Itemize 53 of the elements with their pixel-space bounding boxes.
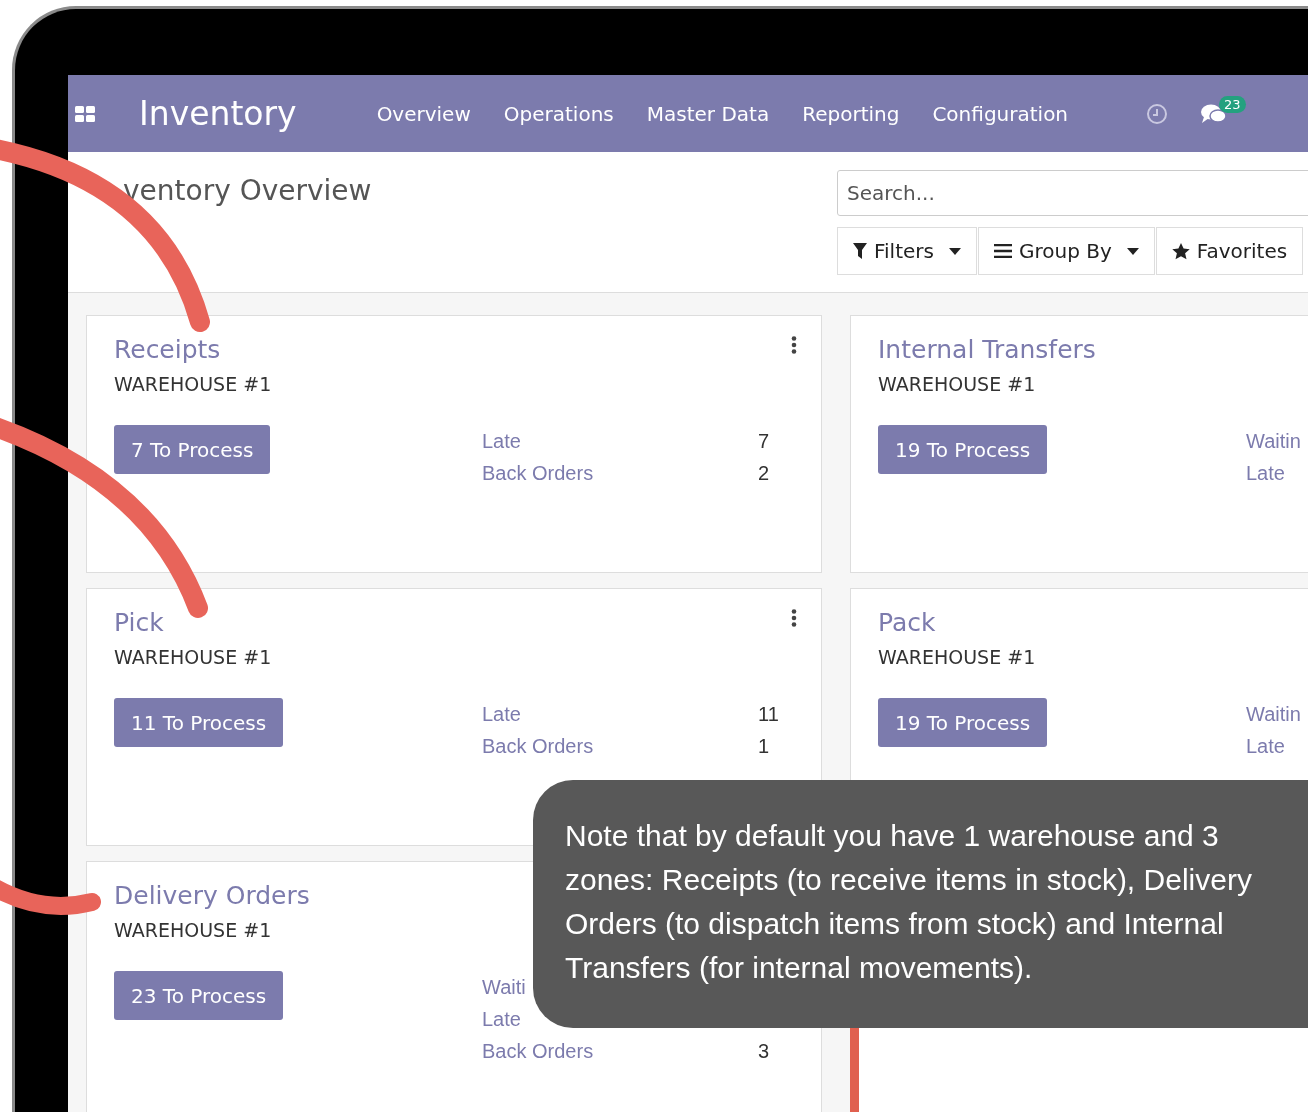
card-title[interactable]: Pack	[878, 606, 936, 640]
warehouse-label: WAREHOUSE #1	[878, 372, 1036, 397]
filter-button[interactable]: Filters	[837, 227, 977, 275]
stat-link[interactable]: Late	[1246, 734, 1285, 758]
menu-item[interactable]: Reporting	[802, 101, 900, 126]
apps-grid-icon[interactable]	[75, 105, 95, 122]
stat-count: 1	[758, 734, 770, 758]
star-icon	[1171, 242, 1190, 260]
app-name[interactable]: Inventory	[139, 94, 297, 133]
caret-icon	[948, 247, 961, 255]
favorite-button[interactable]: Favorites	[1155, 227, 1304, 275]
to-process-button[interactable]: 23 To Process	[114, 971, 284, 1020]
card-title[interactable]: Pick	[114, 606, 164, 640]
stat-link[interactable]: Back Orders	[482, 734, 594, 758]
stat-count: 11	[758, 702, 779, 726]
kebab-menu-icon[interactable]	[791, 336, 797, 354]
group-button[interactable]: Group By	[977, 227, 1155, 275]
stat-link[interactable]: Late	[482, 1007, 521, 1031]
funnel-icon	[853, 243, 867, 259]
card-title[interactable]: Internal Transfers	[878, 333, 1096, 367]
clock-icon[interactable]	[1146, 102, 1169, 125]
list-icon	[993, 244, 1012, 258]
to-process-button[interactable]: 19 To Process	[878, 425, 1048, 474]
stat-link[interactable]: Late	[482, 429, 521, 453]
menu-item[interactable]: Configuration	[932, 101, 1069, 126]
stat-count: 3	[758, 1039, 770, 1063]
caret-icon	[1126, 247, 1139, 255]
warehouse-label: WAREHOUSE #1	[114, 645, 272, 670]
to-process-button[interactable]: 11 To Process	[114, 698, 284, 747]
to-process-button[interactable]: 7 To Process	[114, 425, 271, 474]
stat-count: 2	[758, 461, 770, 485]
menu-item[interactable]: Overview	[376, 101, 471, 126]
tooltip-text: Note that by default you have 1 warehouse and 3 zones: Receipts (to receive items in stock), Delivery Orders (to dispatch items from stock) and Internal Transfers (for internal movements).	[565, 818, 1253, 986]
menu-item[interactable]: Operations	[503, 101, 614, 126]
stat-link[interactable]: Waiti	[482, 975, 526, 999]
stat-link[interactable]: Back Orders	[482, 1039, 594, 1063]
page-title: ventory Overview	[122, 173, 373, 209]
kebab-menu-icon[interactable]	[791, 609, 797, 627]
notification-badge: 23	[1219, 96, 1246, 113]
search-field[interactable]: Search...	[837, 170, 1308, 216]
stat-link[interactable]: Late	[1246, 461, 1285, 485]
card-title[interactable]: Delivery Orders	[114, 879, 310, 913]
stat-link[interactable]: Waitin	[1246, 702, 1301, 726]
stat-link[interactable]: Late	[482, 702, 521, 726]
card-title[interactable]: Receipts	[114, 333, 221, 367]
warehouse-label: WAREHOUSE #1	[114, 372, 272, 397]
warehouse-label: WAREHOUSE #1	[114, 918, 272, 943]
to-process-button[interactable]: 19 To Process	[878, 698, 1048, 747]
stat-count: 7	[758, 429, 770, 453]
menu-item[interactable]: Master Data	[646, 101, 770, 126]
warehouse-label: WAREHOUSE #1	[878, 645, 1036, 670]
stat-link[interactable]: Waitin	[1246, 429, 1301, 453]
stat-link[interactable]: Back Orders	[482, 461, 594, 485]
